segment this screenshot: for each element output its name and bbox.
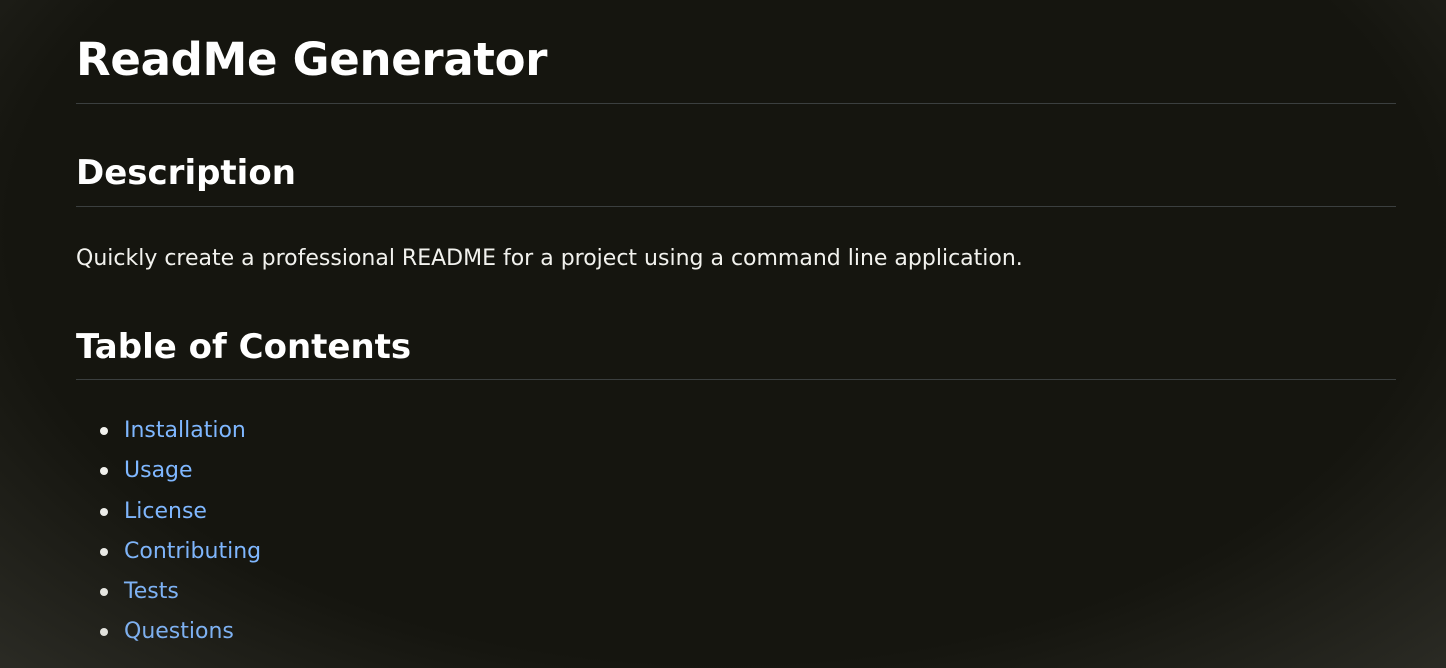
description-heading: Description bbox=[76, 104, 1396, 207]
page-title: ReadMe Generator bbox=[76, 0, 1396, 104]
toc-item-questions: Questions bbox=[100, 612, 1396, 652]
toc-item-license: License bbox=[100, 492, 1396, 532]
toc-item-installation: Installation bbox=[100, 411, 1396, 451]
bullet-icon bbox=[100, 467, 108, 476]
toc-link-questions[interactable]: Questions bbox=[124, 619, 234, 644]
bullet-icon bbox=[100, 507, 108, 516]
toc-link-license[interactable]: License bbox=[124, 499, 207, 524]
toc-item-tests: Tests bbox=[100, 572, 1396, 612]
bullet-icon bbox=[100, 427, 108, 435]
bullet-icon bbox=[100, 547, 108, 556]
bullet-icon bbox=[100, 588, 108, 597]
toc-link-usage[interactable]: Usage bbox=[124, 458, 193, 483]
toc-link-installation[interactable]: Installation bbox=[124, 418, 246, 443]
toc-item-usage: Usage bbox=[100, 451, 1396, 491]
toc-item-contributing: Contributing bbox=[100, 532, 1396, 572]
toc-link-contributing[interactable]: Contributing bbox=[124, 539, 261, 564]
table-of-contents-list: Installation Usage License Contributing … bbox=[76, 380, 1396, 653]
toc-link-tests[interactable]: Tests bbox=[124, 579, 179, 604]
readme-document: ReadMe Generator Description Quickly cre… bbox=[76, 0, 1396, 653]
description-text: Quickly create a professional README for… bbox=[76, 246, 1023, 271]
bullet-icon bbox=[100, 628, 108, 637]
table-of-contents-heading: Table of Contents bbox=[76, 279, 1396, 380]
